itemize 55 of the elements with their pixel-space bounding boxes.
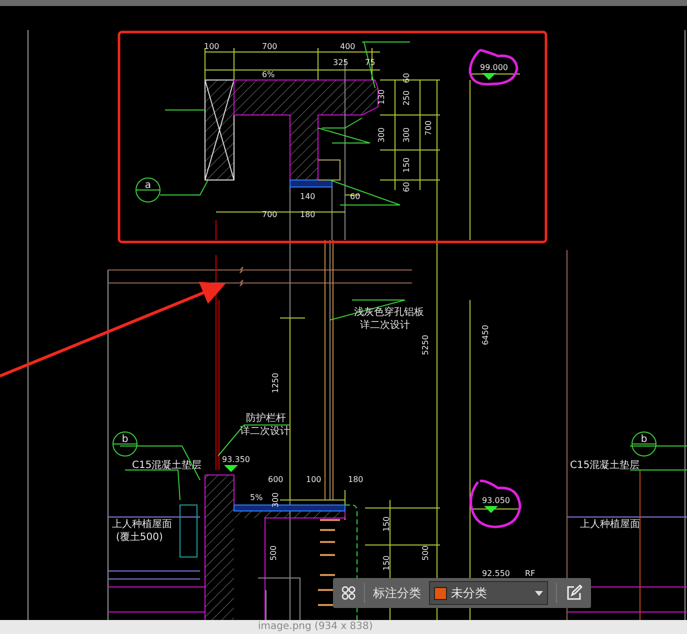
section-marker-letter: b (640, 434, 648, 445)
elevation-marker-icon (224, 465, 238, 472)
dimension-label: 60 (402, 182, 411, 192)
dimension-label: 500 (421, 545, 430, 561)
dimension-label: 5% (250, 493, 263, 502)
annotation-note: C15混凝土垫层 (570, 460, 640, 471)
dimension-label: 150 (402, 157, 411, 173)
dimension-label: 300 (271, 492, 280, 508)
dimension-label: 92.550 (482, 569, 510, 578)
dimension-label: 700 (424, 120, 433, 136)
annotation-note: 上人种植屋面 (112, 519, 172, 530)
dimension-label: 500 (269, 545, 278, 561)
annotation-note: 详二次设计 (360, 320, 410, 331)
elevation-label: 93.050 (482, 496, 510, 505)
grid-icon[interactable] (341, 584, 356, 602)
section-marker (112, 432, 138, 456)
dimension-label: 100 (204, 42, 220, 51)
annotation-note: 防护栏杆 (246, 413, 286, 424)
annotation-category-label: 标注分类 (372, 585, 421, 602)
annotation-note: (覆土500) (116, 532, 163, 543)
elevation-marker-icon (482, 73, 496, 80)
annotation-note: C15混凝土垫层 (132, 460, 202, 471)
section-marker-letter: a (144, 180, 152, 191)
dimension-label: 700 (262, 42, 278, 51)
dimension-label: 400 (340, 42, 356, 51)
elevation-label: 99.000 (480, 63, 508, 72)
dimension-label: 250 (402, 90, 411, 106)
dimension-label: 300 (377, 127, 386, 143)
section-marker (632, 432, 656, 456)
dimension-label: 700 (262, 210, 278, 219)
dimension-label: 300 (402, 127, 411, 143)
dimension-label: 6450 (481, 324, 490, 346)
dimension-label: 180 (300, 210, 316, 219)
edit-icon (565, 584, 584, 602)
dimension-label: 600 (268, 475, 284, 484)
annotation-note: 上人种植屋面 (580, 519, 640, 530)
dimension-label: 130 (377, 89, 386, 105)
section-marker-letter: b (122, 434, 128, 445)
dimension-label: 6% (262, 70, 275, 79)
dimension-label: 150 (382, 555, 391, 571)
elevation-marker-icon (484, 506, 498, 513)
section-marker (136, 178, 160, 202)
dimension-label: 140 (300, 192, 316, 201)
elevation-label: 93.350 (222, 455, 250, 464)
dimension-label: RF (525, 569, 536, 578)
dimension-label: 180 (348, 475, 364, 484)
caret-icon (535, 590, 544, 596)
dimension-label: 100 (306, 475, 322, 484)
dimension-label: 60 (402, 72, 411, 84)
file-name: image.png (934 x 838) (258, 620, 373, 634)
category-dropdown[interactable]: 未分类 (428, 581, 548, 605)
dimension-label: 5250 (421, 334, 430, 356)
dimension-label: 150 (382, 516, 391, 532)
dimension-label: 1250 (271, 372, 280, 394)
edit-button[interactable] (565, 584, 584, 602)
